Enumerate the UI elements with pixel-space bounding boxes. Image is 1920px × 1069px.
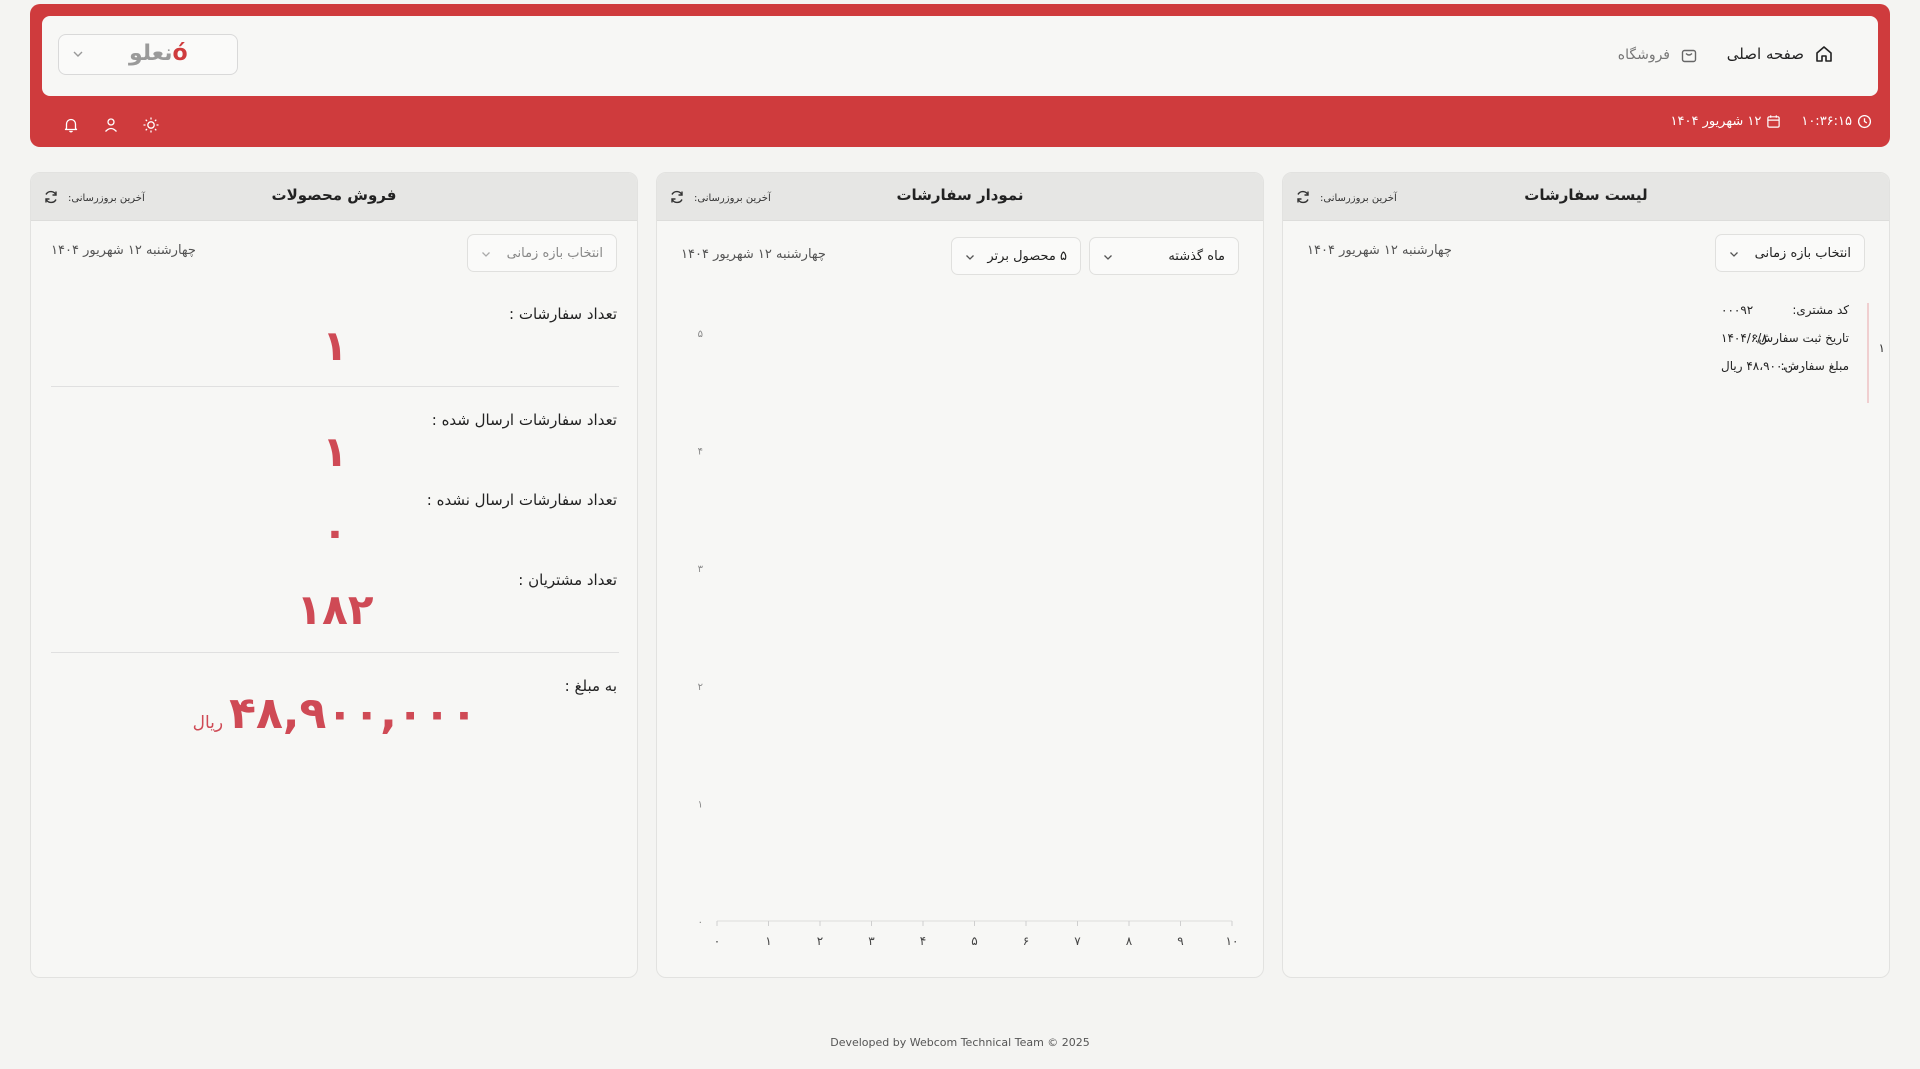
top-navigation: óنعلو صفحه اصلی فروشگاه xyxy=(42,16,1878,96)
y-tick-label: ۴ xyxy=(698,447,703,458)
last-update-label: آخرین بروزرسانی: xyxy=(1320,193,1397,204)
x-tick-label: ۱ xyxy=(765,934,771,948)
order-index: ۱ xyxy=(1878,341,1885,355)
panel-date: چهارشنبه ۱۲ شهریور ۱۴۰۴ xyxy=(51,243,196,258)
order-chart-panel: نمودار سفارشات آخرین بروزرسانی: ماه گذشت… xyxy=(656,172,1264,978)
x-tick-label: ۴ xyxy=(920,934,926,948)
x-tick-label: ۶ xyxy=(1023,934,1029,948)
shopping-bag-icon xyxy=(1681,49,1697,63)
header-bar: óنعلو صفحه اصلی فروشگاه ۱۰:۳۶:۱۵ ۱۲ شهری… xyxy=(30,4,1890,147)
range-select-value: انتخاب بازه زمانی xyxy=(506,245,603,261)
y-tick-label: ۰ xyxy=(698,917,703,928)
x-tick-label: ۲ xyxy=(817,934,823,948)
x-tick-label: ۳ xyxy=(868,934,875,948)
x-tick-label: ۵ xyxy=(971,934,977,948)
customers-value: ۱۸۲ xyxy=(296,585,374,634)
order-card[interactable]: ۱ کد مشتری: ۰۰۰۹۲ تاریخ ثبت سفارش: ۱۴۰۴/… xyxy=(1321,303,1885,403)
logo: óنعلو xyxy=(129,41,189,66)
y-tick-label: ۳ xyxy=(698,564,704,575)
range-select-value: انتخاب بازه زمانی xyxy=(1754,245,1851,261)
amount-value: ۴۸,۹۰۰,۰۰۰ xyxy=(229,688,478,739)
customer-code: ۰۰۰۹۲ xyxy=(1721,303,1754,317)
clock-icon xyxy=(1857,114,1872,129)
y-tick-label: ۵ xyxy=(698,329,703,340)
refresh-icon[interactable] xyxy=(1295,189,1311,205)
x-tick-label: ۱۰ xyxy=(1226,934,1239,948)
header-actions xyxy=(62,116,160,134)
last-update-label: آخرین بروزرسانی: xyxy=(694,193,771,204)
store-selector[interactable]: óنعلو xyxy=(58,34,238,75)
order-chart-header: نمودار سفارشات آخرین بروزرسانی: xyxy=(657,173,1263,221)
currency-label: ریال xyxy=(192,713,224,733)
order-date: ۱۴۰۴/۶/۸ xyxy=(1721,331,1768,345)
sent-orders-value: ۱ xyxy=(322,427,348,476)
y-tick-label: ۲ xyxy=(698,682,703,693)
datetime-display: ۱۰:۳۶:۱۵ ۱۲ شهریور ۱۴۰۴ xyxy=(1671,114,1873,129)
divider xyxy=(51,652,619,653)
x-tick-label: ۰ xyxy=(714,934,720,948)
range-select[interactable]: انتخاب بازه زمانی xyxy=(1715,234,1865,272)
nav-shop-label: فروشگاه xyxy=(1617,47,1670,63)
x-tick-label: ۷ xyxy=(1074,934,1081,948)
calendar-icon xyxy=(1767,115,1781,128)
product-sales-panel: فروش محصولات آخرین بروزرسانی: انتخاب باز… xyxy=(30,172,638,978)
total-amount: ۴۸,۹۰۰,۰۰۰ریال xyxy=(31,688,637,739)
chevron-down-icon xyxy=(1730,252,1738,257)
refresh-icon[interactable] xyxy=(43,189,59,205)
divider xyxy=(51,386,619,387)
x-tick-label: ۸ xyxy=(1126,934,1133,948)
current-time: ۱۰:۳۶:۱۵ xyxy=(1801,114,1852,129)
nav-home-label: صفحه اصلی xyxy=(1726,45,1804,63)
customer-code-label: کد مشتری: xyxy=(1792,303,1849,317)
x-tick-label: ۹ xyxy=(1177,934,1183,948)
sun-icon[interactable] xyxy=(142,116,160,134)
product-sales-header: فروش محصولات آخرین بروزرسانی: xyxy=(31,173,637,221)
chevron-down-icon xyxy=(73,51,83,57)
y-tick-label: ۱ xyxy=(698,799,703,810)
refresh-icon[interactable] xyxy=(669,189,685,205)
nav-shop-link[interactable]: فروشگاه xyxy=(1618,46,1698,64)
home-icon xyxy=(1816,46,1832,62)
order-list-panel: لیست سفارشات آخرین بروزرسانی: انتخاب باز… xyxy=(1282,172,1890,978)
user-icon[interactable] xyxy=(102,116,120,134)
last-update-label: آخرین بروزرسانی: xyxy=(68,193,145,204)
bell-icon[interactable] xyxy=(62,116,80,134)
order-amount: ۴۸،۹۰۰،۰۰۰ ریال xyxy=(1721,359,1806,373)
order-list-header: لیست سفارشات آخرین بروزرسانی: xyxy=(1283,173,1889,221)
orders-chart: ۰ ۱ ۲ ۳ ۴ ۵ ۶ ۷ ۸ ۹ ۱۰ ۰ ۱ ۲ ۳ ۴ ۵ xyxy=(698,329,1239,948)
footer-credit: Developed by Webcom Technical Team © 202… xyxy=(830,1036,1090,1049)
orders-count-value: ۱ xyxy=(322,321,348,370)
current-date: ۱۲ شهریور ۱۴۰۴ xyxy=(1670,114,1762,129)
unsent-orders-value: ۰ xyxy=(322,507,348,556)
panel-date: چهارشنبه ۱۲ شهریور ۱۴۰۴ xyxy=(1307,243,1452,258)
nav-home-link[interactable]: صفحه اصلی xyxy=(1727,44,1834,64)
range-select[interactable]: انتخاب بازه زمانی xyxy=(467,234,617,272)
chevron-down-icon xyxy=(482,252,490,257)
order-date-label: تاریخ ثبت سفارش: xyxy=(1754,331,1849,345)
